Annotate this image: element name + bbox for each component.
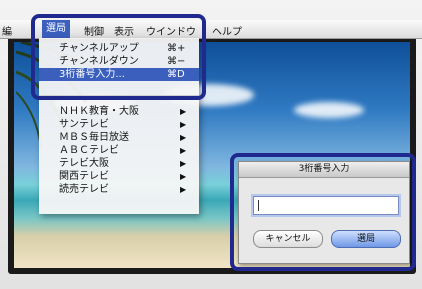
submenu-arrow-icon: ▶ [180, 146, 187, 155]
menu-item-channel[interactable]: 読売テレビ ▶ [39, 183, 199, 196]
menu-item-channel[interactable]: ＡＢＣテレビ ▶ [39, 144, 199, 157]
submenu-arrow-icon: ▶ [180, 185, 187, 194]
cloud-shape [294, 102, 364, 118]
submenu-arrow-icon: ▶ [180, 120, 187, 129]
menu-item-channel[interactable]: 関西テレビ ▶ [39, 170, 199, 183]
menu-help[interactable]: ヘルプ [212, 23, 242, 38]
menu-item-label: ＭＢＳ毎日放送 [59, 132, 129, 143]
submenu-arrow-icon: ▶ [180, 107, 187, 116]
menu-item-channel[interactable]: サンテレビ ▶ [39, 118, 199, 131]
dialog-callout-outline [230, 153, 416, 271]
menu-callout-outline [31, 14, 206, 100]
submenu-arrow-icon: ▶ [180, 133, 187, 142]
menu-item-channel[interactable]: ＭＢＳ毎日放送 ▶ [39, 131, 199, 144]
menu-item-channel[interactable]: テレビ大阪 ▶ [39, 157, 199, 170]
menu-item-label: 関西テレビ [59, 171, 109, 182]
menu-item-label: 読売テレビ [59, 184, 109, 195]
menu-item-label: テレビ大阪 [59, 158, 109, 169]
menu-item-label: サンテレビ [59, 119, 109, 130]
submenu-arrow-icon: ▶ [180, 172, 187, 181]
submenu-arrow-icon: ▶ [180, 159, 187, 168]
menu-edit[interactable]: 編 [2, 23, 12, 38]
menu-item-label: ＡＢＣテレビ [59, 145, 119, 156]
menu-item-channel[interactable]: ＮＨＫ教育・大阪 ▶ [39, 105, 199, 118]
menu-item-label: ＮＨＫ教育・大阪 [59, 106, 139, 117]
